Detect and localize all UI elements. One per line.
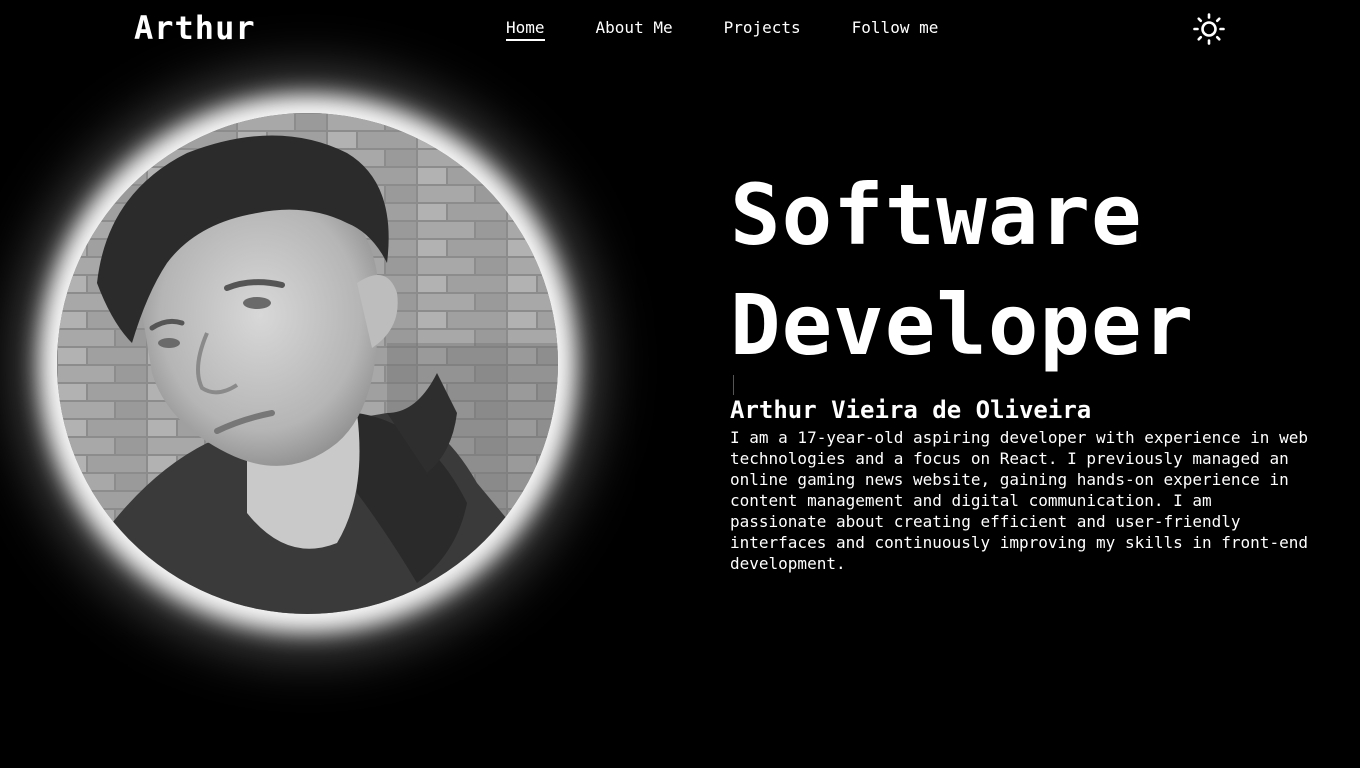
nav-follow-me[interactable]: Follow me [852, 18, 939, 41]
nav-projects[interactable]: Projects [724, 18, 801, 41]
author-name: Arthur Vieira de Oliveira [730, 396, 1092, 424]
theme-toggle-button[interactable] [1192, 12, 1226, 46]
bio-text: I am a 17-year-old aspiring developer wi… [730, 428, 1308, 573]
portfolio-page: Arthur Home About Me Projects Follow me [0, 0, 1360, 768]
headline-line-1: Software [730, 166, 1143, 264]
nav-about-me[interactable]: About Me [596, 18, 673, 41]
profile-photo-illustration [57, 113, 558, 614]
text-cursor [733, 375, 734, 395]
headline-line-2: Developer [730, 276, 1195, 374]
main-nav: Home About Me Projects Follow me [506, 18, 989, 41]
profile-photo [57, 113, 558, 614]
nav-home[interactable]: Home [506, 18, 545, 41]
sun-icon [1193, 13, 1225, 45]
hero-headline: Software Developer [730, 160, 1194, 380]
site-logo[interactable]: Arthur [134, 8, 256, 48]
